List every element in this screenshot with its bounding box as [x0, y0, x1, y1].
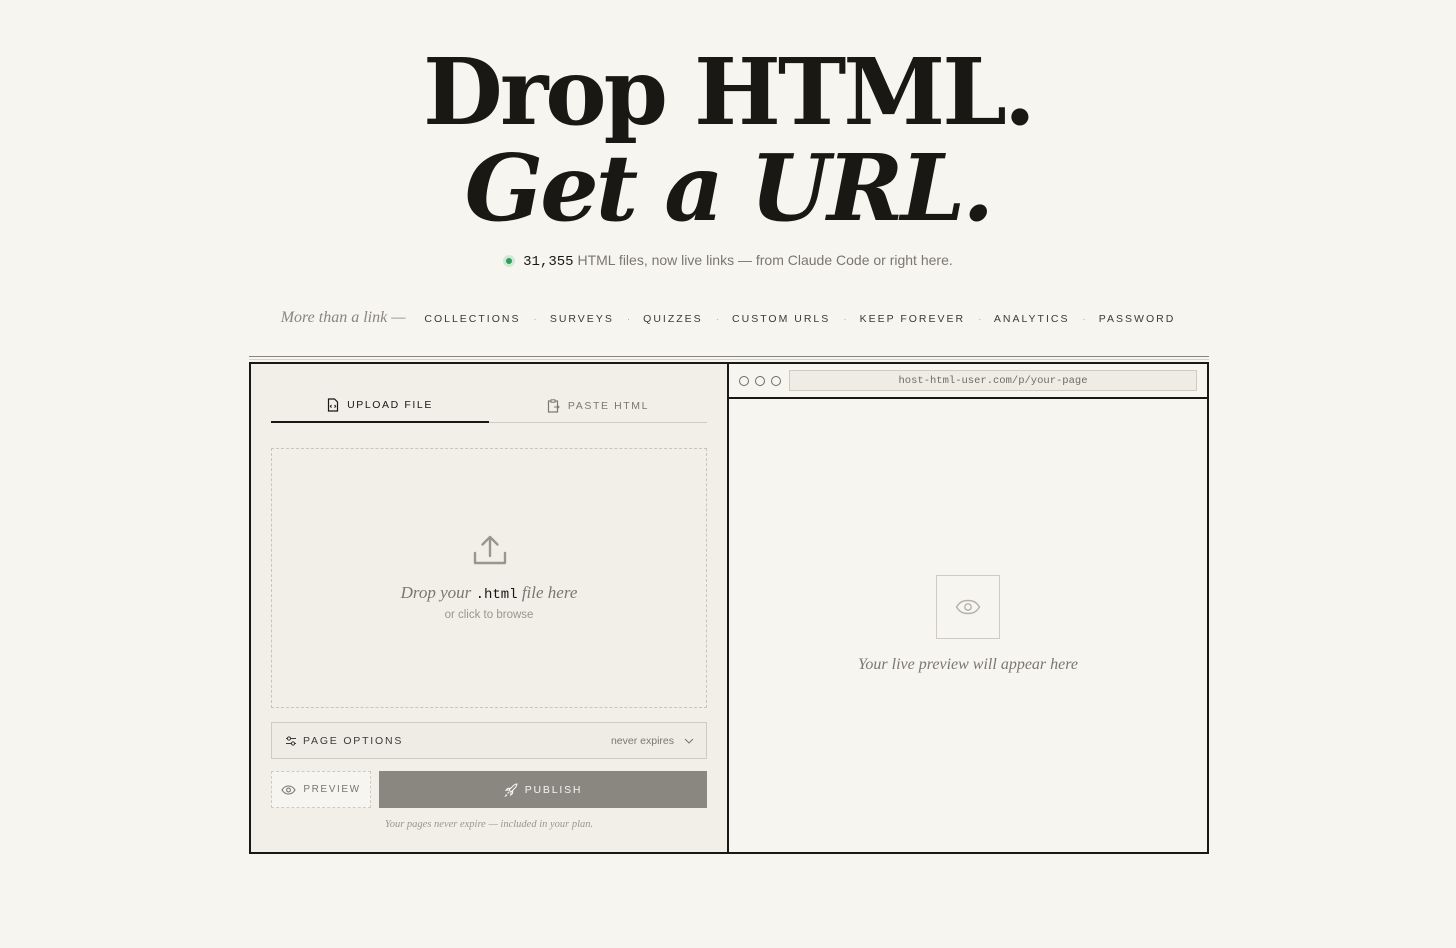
rocket-icon: [504, 782, 518, 797]
preview-button-label: PREVIEW: [303, 784, 361, 795]
feature-lead: More than a link —: [280, 309, 406, 326]
feature-keep-forever: KEEP FOREVER: [859, 313, 966, 325]
feature-custom-urls: CUSTOM URLS: [732, 313, 831, 325]
feature-analytics: ANALYTICS: [993, 313, 1070, 325]
clipboard-icon: [547, 398, 560, 413]
dropzone-title: Drop your .html file here: [272, 583, 706, 603]
window-dot-icon: [771, 375, 781, 386]
feature-separator: ·: [843, 313, 847, 325]
feature-separator: ·: [533, 313, 537, 325]
input-tabs: UPLOAD FILE PASTE HTML: [271, 388, 707, 423]
preview-placeholder-box: [936, 575, 1000, 639]
file-code-icon: [327, 397, 339, 412]
feature-collections: COLLECTIONS: [424, 313, 521, 325]
chevron-down-icon: [684, 738, 694, 744]
page-options-label: PAGE OPTIONS: [303, 734, 404, 747]
window-dot-icon: [739, 375, 749, 386]
feature-quizzes: QUIZZES: [643, 313, 703, 325]
hero: Drop HTML. Get a URL.: [0, 44, 1456, 236]
divider: [249, 356, 1209, 357]
tab-upload-file[interactable]: UPLOAD FILE: [271, 388, 489, 423]
eye-icon: [281, 784, 296, 795]
dropzone-subtitle: or click to browse: [444, 609, 534, 621]
file-count: 31,355: [523, 254, 574, 270]
hero-title-line1: Drop HTML.: [423, 38, 1036, 146]
sliders-icon: [285, 735, 297, 747]
window-dot-icon: [755, 375, 765, 386]
stat-line: 31,355 HTML files, now live links — from…: [0, 252, 1456, 270]
eye-icon: [955, 599, 981, 615]
page-options-toggle[interactable]: PAGE OPTIONS never expires: [271, 722, 707, 759]
publish-button[interactable]: PUBLISH: [379, 771, 707, 808]
preview-panel: host-html-user.com/p/your-page Your live…: [729, 364, 1207, 852]
tab-paste-html[interactable]: PASTE HTML: [489, 388, 707, 423]
url-bar: host-html-user.com/p/your-page: [789, 370, 1197, 391]
dropzone-title-after: file here: [517, 583, 578, 602]
feature-separator: ·: [715, 313, 720, 325]
feature-list: More than a link — COLLECTIONS · SURVEYS…: [0, 309, 1456, 327]
preview-button[interactable]: PREVIEW: [271, 771, 371, 808]
publish-button-label: PUBLISH: [524, 783, 583, 796]
tab-paste-label: PASTE HTML: [567, 399, 650, 412]
upload-icon: [472, 533, 508, 574]
live-status-dot: [503, 255, 516, 267]
browser-bar: host-html-user.com/p/your-page: [729, 364, 1207, 399]
dropzone-title-code: .html: [475, 587, 518, 603]
divider: [249, 359, 1209, 360]
upload-panel: UPLOAD FILE PASTE HTML Drop your .html f…: [251, 364, 729, 852]
dropzone-title-before: Drop your: [400, 583, 476, 602]
tab-upload-label: UPLOAD FILE: [347, 398, 433, 411]
plan-footnote: Your pages never expire — included in yo…: [384, 819, 594, 830]
feature-password: PASSWORD: [1098, 313, 1176, 325]
hero-title-line2: Get a URL.: [464, 134, 995, 242]
main-panel: UPLOAD FILE PASTE HTML Drop your .html f…: [249, 362, 1209, 854]
file-dropzone[interactable]: Drop your .html file here or click to br…: [271, 448, 707, 708]
expiry-value: never expires: [610, 734, 674, 747]
preview-placeholder-text: Your live preview will appear here: [858, 656, 1078, 673]
stat-text: HTML files, now live links — from Claude…: [573, 252, 953, 268]
feature-separator: ·: [1082, 313, 1086, 325]
feature-separator: ·: [978, 313, 982, 325]
feature-separator: ·: [626, 313, 631, 325]
feature-surveys: SURVEYS: [549, 313, 614, 325]
